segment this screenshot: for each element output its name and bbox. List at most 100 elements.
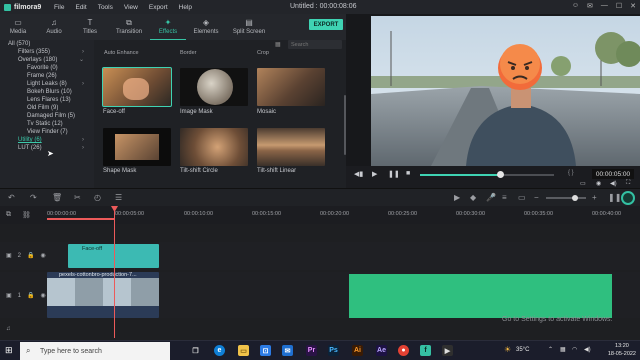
chevron-right-icon[interactable]: ›	[82, 144, 84, 152]
monitor-icon[interactable]: ▭	[580, 180, 586, 187]
zoom-fit-icon[interactable]: ▭	[518, 193, 526, 202]
undo-icon[interactable]: ↶	[8, 193, 15, 202]
search-input[interactable]: Search	[288, 40, 342, 49]
effect-thumb-face-off[interactable]	[102, 67, 172, 107]
tab-audio[interactable]: ♫ Audio	[36, 14, 72, 40]
fullscreen-icon[interactable]: ⛶	[626, 180, 630, 187]
weather-temp[interactable]: 35°C	[516, 347, 529, 353]
close-icon[interactable]: ✕	[630, 2, 636, 10]
effect-thumb-image-mask[interactable]	[180, 68, 248, 106]
tree-item-utility[interactable]: Utility (6) ›	[0, 136, 94, 144]
tree-item-old-film[interactable]: Old Film (9)	[0, 104, 94, 112]
clock[interactable]: 13:20 18-05-2022	[608, 342, 636, 358]
skip-back-icon[interactable]: ◀▮	[354, 170, 363, 178]
tab-split-screen[interactable]: ▤ Split Screen	[226, 14, 272, 40]
notification-icon[interactable]: ✉	[587, 2, 593, 10]
render-icon[interactable]: ▶	[454, 193, 460, 202]
menu-tools[interactable]: Tools	[98, 4, 113, 11]
tree-item-filters[interactable]: Filters (355) ›	[0, 48, 94, 56]
eye-icon[interactable]: ◉	[41, 293, 46, 299]
premiere-icon[interactable]: Pr	[306, 345, 317, 356]
chevron-right-icon[interactable]: ›	[82, 48, 84, 56]
tab-media[interactable]: ▭ Media	[0, 14, 36, 40]
lock-icon[interactable]: 🔒	[27, 253, 34, 259]
mail-icon[interactable]: ✉	[282, 345, 293, 356]
pause-icon[interactable]: ❚❚	[388, 170, 400, 178]
menu-export[interactable]: Export	[149, 4, 168, 11]
effect-thumb-shape-mask[interactable]	[103, 128, 171, 166]
tree-item-frame[interactable]: Frame (26)	[0, 72, 94, 80]
volume-icon[interactable]: ◀)	[610, 180, 617, 187]
pause-overlay-icon[interactable]: ❚❚	[608, 193, 621, 202]
after-effects-icon[interactable]: Ae	[376, 345, 387, 356]
edge-icon[interactable]: e	[214, 345, 225, 356]
export-button[interactable]: EXPORT	[309, 19, 343, 30]
tree-item-overlays[interactable]: Overlays (180) ⌄	[0, 56, 94, 64]
tree-item-bokeh-blurs[interactable]: Bokeh Blurs (10)	[0, 88, 94, 96]
tree-item-all[interactable]: All (570)	[0, 40, 94, 48]
illustrator-icon[interactable]: Ai	[352, 345, 363, 356]
tree-item-light-leaks[interactable]: Light Leaks (8) ›	[0, 80, 94, 88]
grid-view-icon[interactable]: ▦	[275, 41, 282, 48]
adjust-icon[interactable]: ☰	[115, 193, 122, 202]
snapshot-icon[interactable]: ◉	[596, 180, 601, 187]
zoom-slider[interactable]	[546, 195, 586, 201]
tab-elements[interactable]: ◈ Elements	[186, 14, 226, 40]
eye-icon[interactable]: ◉	[41, 253, 46, 259]
minimize-icon[interactable]: —	[601, 2, 608, 10]
filmora-taskbar-icon[interactable]: f	[420, 345, 431, 356]
stop-icon[interactable]: ■	[406, 170, 410, 177]
voiceover-icon[interactable]: 🎤	[486, 193, 496, 202]
tree-item-damaged-film[interactable]: Damaged Film (5)	[0, 112, 94, 120]
tab-transition[interactable]: ⧉ Transition	[108, 14, 150, 40]
video-clip[interactable]: pexels-cottonbro-production-7...	[47, 272, 159, 318]
link-icon[interactable]: ⛓	[22, 211, 31, 219]
menu-help[interactable]: Help	[179, 4, 192, 11]
effect-thumb-mosaic[interactable]	[257, 68, 325, 106]
effect-thumb-tilt-shift-linear[interactable]	[257, 128, 325, 166]
chrome-icon[interactable]: ●	[398, 345, 409, 356]
file-explorer-icon[interactable]: ▭	[238, 345, 249, 356]
tab-titles[interactable]: T Titles	[72, 14, 108, 40]
tab-effects[interactable]: ✦ Effects	[150, 14, 186, 40]
play-icon[interactable]: ▶	[372, 170, 377, 178]
preview-progress-knob[interactable]	[497, 171, 505, 178]
redo-icon[interactable]: ↷	[30, 193, 37, 202]
tray-up-icon[interactable]: ⌃	[548, 346, 553, 353]
menu-file[interactable]: File	[54, 4, 64, 11]
account-icon[interactable]: ☺	[572, 2, 579, 10]
chevron-down-icon[interactable]: ⌄	[79, 56, 84, 64]
taskbar-search-input[interactable]: ⌕ Type here to search	[20, 342, 170, 360]
network-icon[interactable]: ▦	[560, 346, 566, 353]
media-player-icon[interactable]: ▶	[442, 345, 453, 356]
zoom-in-icon[interactable]: +	[592, 193, 597, 202]
lock-icon[interactable]: 🔒	[27, 293, 34, 299]
track-settings-icon[interactable]: ⧉	[6, 211, 11, 219]
preview-progress-bar[interactable]	[420, 171, 554, 178]
speed-icon[interactable]: ◴	[94, 193, 101, 202]
wifi-icon[interactable]: ◠	[572, 346, 577, 353]
work-area-range[interactable]	[47, 218, 115, 220]
tree-item-view-finder[interactable]: View Finder (7)	[0, 128, 94, 136]
weather-icon[interactable]: ☀	[504, 345, 511, 354]
chevron-right-icon[interactable]: ›	[82, 80, 84, 88]
tree-item-tv-static[interactable]: Tv Static (12)	[0, 120, 94, 128]
windows-start-icon[interactable]: ⊞	[5, 345, 13, 356]
photoshop-icon[interactable]: Ps	[328, 345, 339, 356]
zoom-out-icon[interactable]: −	[534, 193, 539, 202]
playhead[interactable]	[114, 206, 115, 338]
tree-item-favorite[interactable]: Favorite (0)	[0, 64, 94, 72]
chevron-right-icon[interactable]: ›	[82, 136, 84, 144]
menu-view[interactable]: View	[124, 4, 138, 11]
zoom-slider-knob[interactable]	[572, 195, 578, 201]
tree-item-lens-flares[interactable]: Lens Flares (13)	[0, 96, 94, 104]
mixer-icon[interactable]: ≡	[502, 193, 507, 202]
color-clip[interactable]	[349, 274, 612, 318]
wondershare-badge-icon[interactable]	[621, 191, 635, 205]
speaker-icon[interactable]: ◀)	[584, 346, 591, 353]
menu-edit[interactable]: Edit	[75, 4, 86, 11]
mark-brackets[interactable]: { }	[568, 170, 574, 176]
task-view-icon[interactable]: ❐	[190, 345, 201, 356]
maximize-icon[interactable]: ☐	[616, 2, 622, 10]
delete-icon[interactable]: 🗑	[52, 193, 62, 202]
